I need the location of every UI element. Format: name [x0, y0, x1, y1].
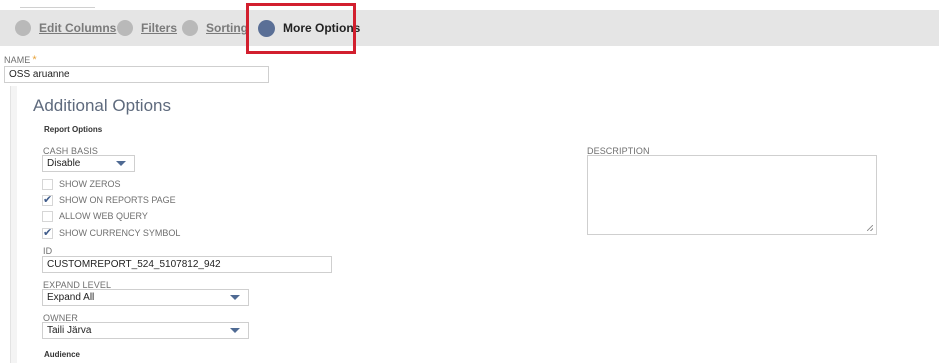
step-circle-icon [15, 20, 31, 36]
name-label-row: NAME * [4, 54, 37, 66]
tab-label: Sorting [206, 21, 248, 35]
name-input[interactable]: OSS aruanne [4, 66, 269, 83]
show-currency-symbol-row[interactable]: ✔ SHOW CURRENCY SYMBOL [42, 226, 180, 240]
tab-label: Edit Columns [39, 21, 117, 35]
expand-level-select[interactable]: Expand All [42, 289, 249, 306]
show-on-reports-page-checkbox[interactable]: ✔ [42, 192, 53, 206]
id-input[interactable]: CUSTOMREPORT_524_5107812_942 [42, 256, 332, 273]
cash-basis-value: Disable [47, 158, 81, 169]
audience-heading: Audience [44, 350, 81, 359]
show-currency-symbol-label: SHOW CURRENCY SYMBOL [59, 228, 181, 238]
owner-select[interactable]: Taili Järva [42, 322, 249, 339]
resize-grip-icon[interactable] [867, 225, 873, 231]
tab-sorting[interactable]: Sorting [182, 10, 248, 46]
show-on-reports-page-label: SHOW ON REPORTS PAGE [59, 195, 176, 205]
show-on-reports-page-row[interactable]: ✔ SHOW ON REPORTS PAGE [42, 193, 176, 207]
allow-web-query-row[interactable]: ALLOW WEB QUERY [42, 209, 148, 223]
top-strip [0, 0, 939, 10]
allow-web-query-label: ALLOW WEB QUERY [59, 211, 148, 221]
checkmark-icon: ✔ [43, 225, 53, 239]
report-options-heading: Report Options [44, 125, 103, 134]
owner-value: Taili Järva [47, 325, 92, 336]
allow-web-query-checkbox[interactable] [42, 210, 53, 222]
highlight-box [246, 3, 356, 54]
tab-edit-columns[interactable]: Edit Columns [15, 10, 116, 46]
show-zeros-label: SHOW ZEROS [59, 179, 121, 189]
show-currency-symbol-checkbox[interactable]: ✔ [42, 225, 53, 239]
panel-gutter [11, 86, 17, 363]
expand-level-value: Expand All [47, 292, 95, 303]
required-asterisk: * [32, 54, 37, 66]
report-tab-bar: Edit Columns Filters Sorting More Option… [0, 10, 939, 46]
show-zeros-row[interactable]: SHOW ZEROS [42, 177, 121, 191]
section-title: Additional Options [33, 96, 171, 115]
id-label: ID [43, 246, 53, 256]
panel-border [10, 86, 11, 363]
dropdown-caret-icon [230, 295, 240, 300]
name-label: NAME [4, 55, 31, 65]
dropdown-caret-icon [230, 328, 240, 333]
show-zeros-checkbox[interactable] [42, 178, 53, 190]
dropdown-caret-icon [116, 161, 126, 166]
cash-basis-select[interactable]: Disable [42, 155, 135, 172]
tab-underline [20, 7, 95, 8]
description-textarea[interactable] [587, 155, 877, 235]
step-circle-icon [117, 20, 133, 36]
checkmark-icon: ✔ [43, 192, 53, 206]
tab-label: Filters [141, 21, 178, 35]
step-circle-icon [182, 20, 198, 36]
tab-filters[interactable]: Filters [117, 10, 177, 46]
